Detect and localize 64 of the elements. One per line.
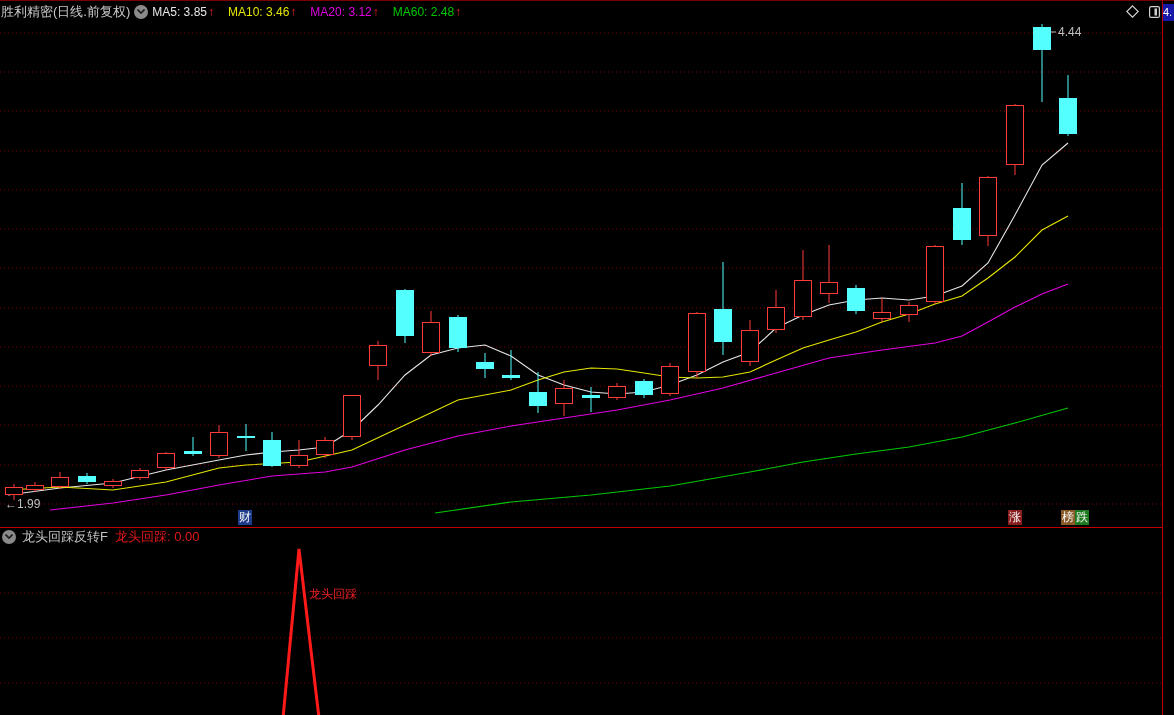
- panel-toggle-icon[interactable]: [1149, 5, 1160, 18]
- event-tag[interactable]: 财: [238, 510, 252, 525]
- candlestick: [873, 297, 891, 323]
- candlestick: [290, 439, 308, 469]
- candlestick: [820, 244, 838, 304]
- candlestick: [104, 478, 122, 489]
- candlestick: [131, 467, 149, 481]
- dropdown-button[interactable]: [2, 529, 16, 544]
- candlestick: [210, 424, 228, 459]
- candlestick: [979, 175, 997, 247]
- leader-line: [1049, 31, 1057, 33]
- candlestick: [343, 394, 361, 441]
- low-price-label: ←1.99: [5, 498, 41, 511]
- candlestick: [5, 483, 23, 501]
- candlestick: [237, 423, 255, 452]
- candlestick: [78, 472, 96, 485]
- candlestick: [502, 349, 520, 381]
- candlestick: [953, 182, 971, 246]
- candlestick: [396, 288, 414, 344]
- candlestick: [26, 481, 44, 493]
- candlestick: [555, 379, 573, 417]
- candlestick: [847, 284, 865, 315]
- candlestick: [263, 431, 281, 468]
- trend-arrow: ↑: [290, 4, 297, 19]
- price-axis-label: 4.: [1163, 4, 1174, 21]
- candlestick: [688, 311, 706, 379]
- trend-arrow: ↑: [208, 4, 214, 19]
- candlestick: [661, 362, 679, 397]
- candlestick: [184, 436, 202, 457]
- candlestick: [794, 249, 812, 321]
- trend-arrow: ↑: [372, 4, 379, 19]
- candlestick: [1059, 74, 1077, 137]
- chevron-down-icon: [137, 9, 146, 14]
- candlestick: [476, 352, 494, 379]
- dropdown-button[interactable]: [134, 4, 149, 19]
- indicator-reading: 龙头回踩: 0.00: [114, 527, 200, 546]
- moving-average-value: MA60: 2.48: [392, 4, 455, 19]
- candlestick: [422, 310, 440, 357]
- event-tag[interactable]: 榜: [1061, 510, 1075, 525]
- candlestick: [741, 319, 759, 367]
- candlestick: [529, 371, 547, 414]
- candlestick: [316, 436, 334, 459]
- trend-arrow: ↑: [455, 4, 462, 19]
- high-price-label: 4.44: [1058, 26, 1082, 39]
- signal-label: 龙头回踩: [309, 586, 357, 603]
- moving-average-value: MA20: 3.12: [310, 4, 372, 19]
- candlestick: [157, 451, 175, 471]
- candlestick: [608, 382, 626, 401]
- candlestick: [900, 301, 918, 323]
- candlestick: [449, 314, 467, 353]
- candlestick: [369, 340, 387, 381]
- event-tag[interactable]: 涨: [1008, 510, 1022, 525]
- candlestick: [926, 244, 944, 305]
- candlestick: [767, 289, 785, 334]
- moving-average-value: MA5: 3.85: [152, 4, 207, 19]
- chart-title: 胜利精密(日线.前复权): [1, 2, 131, 21]
- chevron-down-icon: [5, 534, 13, 539]
- candlestick: [582, 386, 600, 413]
- candlestick: [635, 378, 653, 399]
- indicator-name: 龙头回踩反转F: [22, 527, 108, 546]
- diamond-icon[interactable]: [1126, 5, 1139, 18]
- event-tag[interactable]: 跌: [1075, 510, 1089, 525]
- moving-average-value: MA10: 3.46: [228, 4, 290, 19]
- candlestick: [51, 471, 69, 490]
